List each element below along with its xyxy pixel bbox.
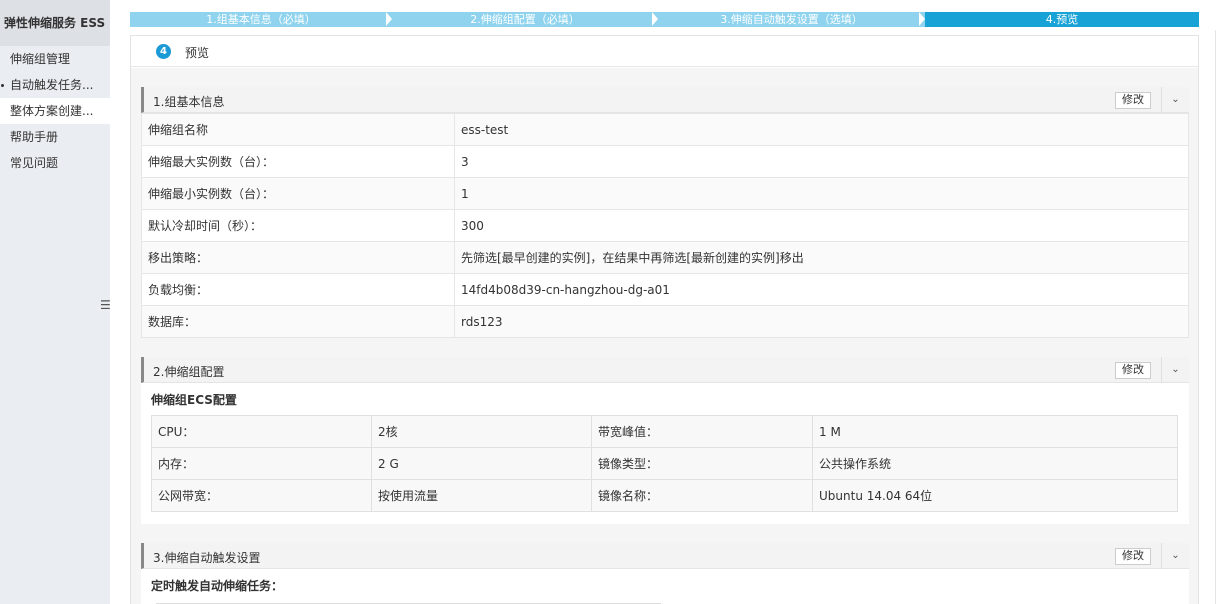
table-row: CPU： 2核 带宽峰值： 1 M <box>151 415 1178 448</box>
section-auto-trigger: 3.伸缩自动触发设置 修改 ⌄ 定时触发自动伸缩任务： <box>141 543 1189 604</box>
row-key: 数据库： <box>141 305 455 338</box>
table-row: 默认冷却时间（秒）： 300 <box>141 209 1189 242</box>
table-row: 伸缩最小实例数（台）： 1 <box>141 177 1189 210</box>
step-4: 4.预览 <box>925 12 1199 27</box>
step-badge: 4 <box>156 44 171 59</box>
sidebar-item-group-management[interactable]: 伸缩组管理 <box>0 46 110 72</box>
row-key: 伸缩组名称 <box>141 113 455 146</box>
main-panel: 4 预览 1.组基本信息 修改 ⌄ 伸缩组名称 ess-test 伸缩最大实例数（… <box>130 35 1199 604</box>
sidebar-list: 伸缩组管理 自动触发任务... 整体方案创建... 帮助手册 常见问题 <box>0 46 110 176</box>
table-row: 内存： 2 G 镜像类型： 公共操作系统 <box>151 447 1178 480</box>
row-value: 300 <box>454 209 1189 242</box>
edit-button[interactable]: 修改 <box>1115 92 1151 109</box>
section-header: 1.组基本信息 修改 ⌄ <box>141 87 1189 113</box>
row-value: 先筛选[最早创建的实例]，在结果中再筛选[最新创建的实例]移出 <box>454 241 1189 274</box>
sidebar-title: 弹性伸缩服务 ESS <box>0 0 110 46</box>
table-row: 负载均衡： 14fd4b08d39-cn-hangzhou-dg-a01 <box>141 273 1189 306</box>
menu-icon[interactable]: ☰ <box>100 297 111 313</box>
row-key: 伸缩最小实例数（台）： <box>141 177 455 210</box>
sidebar-item-help-manual[interactable]: 帮助手册 <box>0 124 110 150</box>
row-key: 默认冷却时间（秒）： <box>141 209 455 242</box>
row-key: 伸缩最大实例数（台）： <box>141 145 455 178</box>
sidebar-item-faq[interactable]: 常见问题 <box>0 150 110 176</box>
page-scrollbar[interactable] <box>1212 30 1223 604</box>
basic-info-table: 伸缩组名称 ess-test 伸缩最大实例数（台）： 3 伸缩最小实例数（台）： 1 … <box>141 113 1189 338</box>
cell-label: 公网带宽： <box>151 479 372 512</box>
row-key: 移出策略： <box>141 241 455 274</box>
edit-button[interactable]: 修改 <box>1115 362 1151 379</box>
section-title: 3.伸缩自动触发设置 <box>153 551 261 565</box>
sidebar-item-solution-create[interactable]: 整体方案创建... <box>0 98 110 124</box>
chevron-down-icon[interactable]: ⌄ <box>1161 357 1189 383</box>
step-3[interactable]: 3.伸缩自动触发设置（选填） <box>658 12 925 27</box>
cell-label: 镜像名称： <box>591 479 813 512</box>
row-value: 3 <box>454 145 1189 178</box>
cell-value: 公共操作系统 <box>812 447 1178 480</box>
scheduled-task-subtitle: 定时触发自动伸缩任务： <box>151 579 284 593</box>
step-2[interactable]: 2.伸缩组配置（必填） <box>392 12 658 27</box>
table-row: 伸缩最大实例数（台）： 3 <box>141 145 1189 178</box>
row-value: rds123 <box>454 305 1189 338</box>
chevron-down-icon[interactable]: ⌄ <box>1161 543 1189 569</box>
table-row: 伸缩组名称 ess-test <box>141 113 1189 146</box>
cell-value: Ubuntu 14.04 64位 <box>812 479 1178 512</box>
cell-label: 内存： <box>151 447 372 480</box>
ecs-config-table: CPU： 2核 带宽峰值： 1 M 内存： 2 G 镜像类型： 公共操作系统 公… <box>151 415 1178 512</box>
cell-label: CPU： <box>151 415 372 448</box>
bullet-dot-icon <box>1 84 4 87</box>
cell-value: 2 G <box>371 447 592 480</box>
cell-value: 1 M <box>812 415 1178 448</box>
wizard-steps: 1.组基本信息（必填） 2.伸缩组配置（必填） 3.伸缩自动触发设置（选填） 4… <box>130 12 1199 27</box>
sidebar-item-auto-trigger-tasks[interactable]: 自动触发任务... <box>0 72 110 98</box>
row-value: ess-test <box>454 113 1189 146</box>
table-row: 数据库： rds123 <box>141 305 1189 338</box>
row-value: 1 <box>454 177 1189 210</box>
section-header: 3.伸缩自动触发设置 修改 ⌄ <box>141 543 1189 569</box>
preview-content: 1.组基本信息 修改 ⌄ 伸缩组名称 ess-test 伸缩最大实例数（台）： 3 … <box>131 68 1198 604</box>
section-title: 2.伸缩组配置 <box>153 365 225 379</box>
edit-button[interactable]: 修改 <box>1115 548 1151 565</box>
section-basic-info: 1.组基本信息 修改 ⌄ 伸缩组名称 ess-test 伸缩最大实例数（台）： 3 … <box>141 87 1189 338</box>
section-title: 1.组基本信息 <box>153 95 225 109</box>
preview-title: 预览 <box>185 46 210 60</box>
row-value: 14fd4b08d39-cn-hangzhou-dg-a01 <box>454 273 1189 306</box>
chevron-down-icon[interactable]: ⌄ <box>1161 87 1189 113</box>
step-1[interactable]: 1.组基本信息（必填） <box>130 12 392 27</box>
table-row: 移出策略： 先筛选[最早创建的实例]，在结果中再筛选[最新创建的实例]移出 <box>141 241 1189 274</box>
scrollbar-thumb[interactable] <box>1215 30 1220 604</box>
row-key: 负载均衡： <box>141 273 455 306</box>
sidebar: 弹性伸缩服务 ESS 伸缩组管理 自动触发任务... 整体方案创建... 帮助手… <box>0 0 111 604</box>
cell-value: 按使用流量 <box>371 479 592 512</box>
section-header: 2.伸缩组配置 修改 ⌄ <box>141 357 1189 383</box>
cell-label: 镜像类型： <box>591 447 813 480</box>
ecs-config-subtitle: 伸缩组ECS配置 <box>151 393 237 407</box>
table-row: 公网带宽： 按使用流量 镜像名称： Ubuntu 14.04 64位 <box>151 479 1178 512</box>
preview-header: 4 预览 <box>131 36 1198 67</box>
section-group-config: 2.伸缩组配置 修改 ⌄ 伸缩组ECS配置 CPU： 2核 带宽峰值： 1 M … <box>141 357 1189 524</box>
cell-value: 2核 <box>371 415 592 448</box>
sidebar-item-label: 自动触发任务... <box>10 78 94 92</box>
cell-label: 带宽峰值： <box>591 415 813 448</box>
